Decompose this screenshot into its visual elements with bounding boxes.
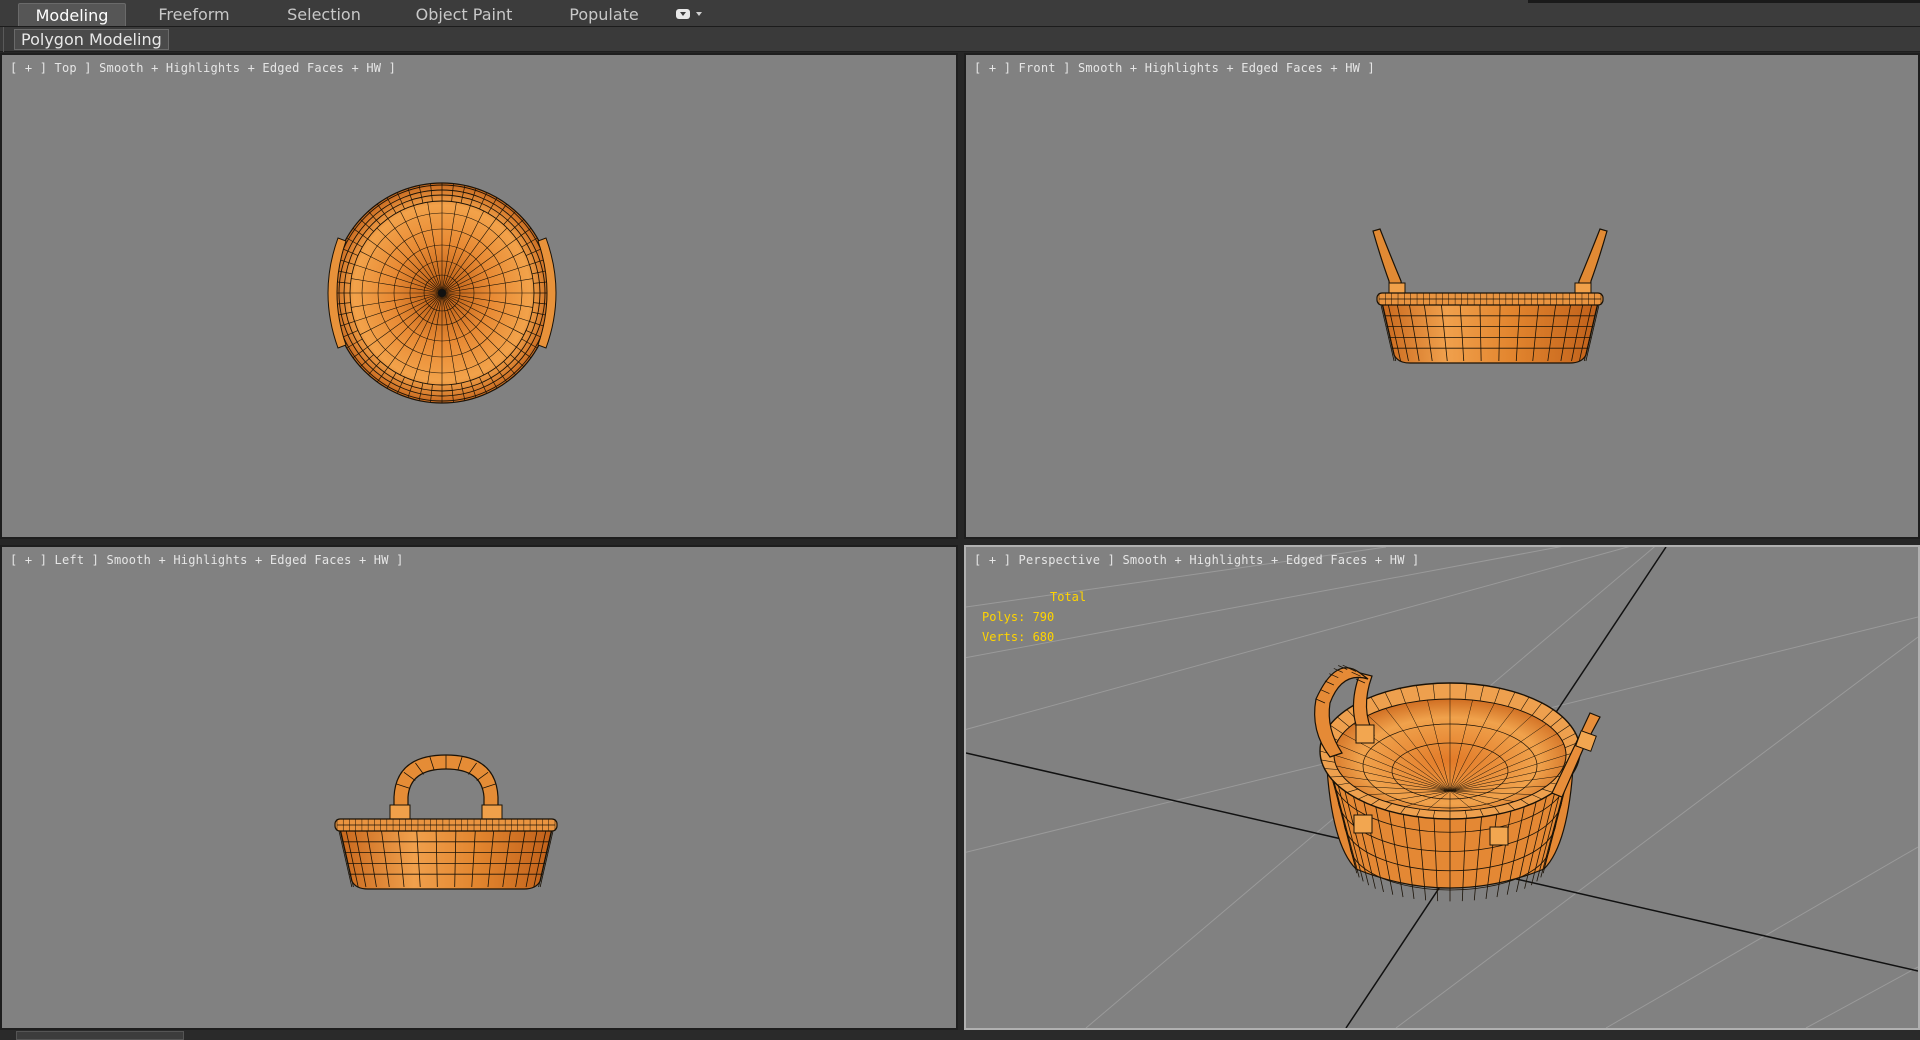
viewport-top[interactable]: [ + ] Top ] Smooth + Highlights + Edged …: [0, 53, 958, 539]
ribbon-toggle-icon: [676, 9, 690, 19]
stats-total-label: Total: [1050, 590, 1087, 604]
tab-object-paint[interactable]: Object Paint: [404, 3, 524, 26]
viewport-label-left[interactable]: [ + ] Left ] Smooth + Highlights + Edged…: [10, 553, 404, 567]
time-slider[interactable]: [16, 1031, 184, 1040]
viewport-front[interactable]: [ + ] Front ] Smooth + Highlights + Edge…: [964, 53, 1920, 539]
chevron-down-icon: [696, 12, 702, 16]
stats-polys: Polys: 790: [982, 610, 1055, 624]
tab-selection[interactable]: Selection: [276, 3, 372, 26]
basket-perspective-view: [966, 547, 1918, 1028]
basket-front-view: [1372, 228, 1608, 364]
ribbon-panel-bar: Polygon Modeling: [0, 27, 1920, 52]
viewport-perspective[interactable]: [ + ] Perspective ] Smooth + Highlights …: [964, 545, 1920, 1030]
basket-top-view: [327, 182, 557, 404]
statistics-overlay: Total Polys: 790 Verts: 680: [982, 587, 1086, 647]
viewport-label-top[interactable]: [ + ] Top ] Smooth + Highlights + Edged …: [10, 61, 396, 75]
viewport-left[interactable]: [ + ] Left ] Smooth + Highlights + Edged…: [0, 545, 958, 1030]
ribbon-minimize-toggle[interactable]: [674, 6, 708, 22]
polygon-modeling-panel-button[interactable]: Polygon Modeling: [14, 29, 169, 50]
basket-left-view: [334, 754, 558, 890]
viewport-label-front[interactable]: [ + ] Front ] Smooth + Highlights + Edge…: [974, 61, 1375, 75]
viewport-label-perspective[interactable]: [ + ] Perspective ] Smooth + Highlights …: [974, 553, 1419, 567]
tab-freeform[interactable]: Freeform: [146, 3, 242, 26]
panel-grip[interactable]: [3, 27, 11, 52]
title-bar-strip: [1528, 0, 1920, 3]
status-strip: [0, 1030, 1920, 1040]
tab-populate[interactable]: Populate: [556, 3, 652, 26]
tab-modeling[interactable]: Modeling: [18, 3, 126, 26]
stats-verts: Verts: 680: [982, 630, 1055, 644]
ribbon-tab-bar: Modeling Freeform Selection Object Paint…: [0, 0, 1920, 27]
max-application-window: Modeling Freeform Selection Object Paint…: [0, 0, 1920, 1040]
